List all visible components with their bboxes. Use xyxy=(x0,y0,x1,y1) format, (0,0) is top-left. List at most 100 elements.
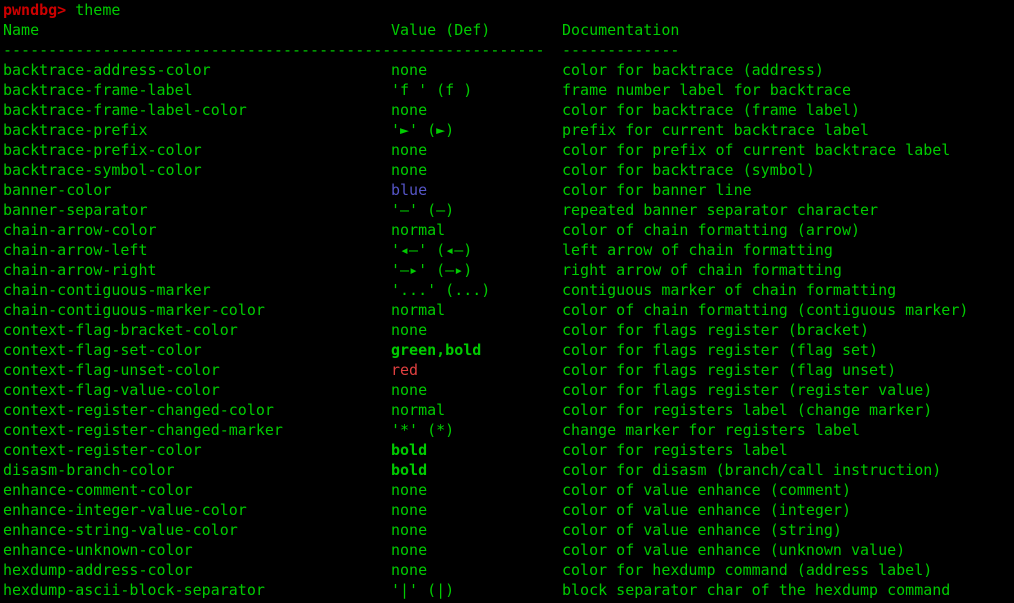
table-row: context-flag-bracket-color none color for … xyxy=(0,320,1014,340)
setting-value: none xyxy=(391,561,428,579)
setting-name: context-register-color xyxy=(3,441,202,459)
setting-documentation: repeated banner separator character xyxy=(562,201,879,219)
table-row: disasm-branch-color bold color for disasm … xyxy=(0,460,1014,480)
setting-value: none xyxy=(391,321,428,339)
table-row: hexdump-ascii-block-separator '|' (|) bloc… xyxy=(0,580,1014,600)
setting-documentation: color for backtrace (address) xyxy=(562,61,824,79)
table-row: backtrace-symbol-color none color for back… xyxy=(0,160,1014,180)
table-row: context-flag-set-color green,bold color fo… xyxy=(0,340,1014,360)
setting-name: backtrace-address-color xyxy=(3,61,211,79)
table-row: context-register-changed-marker '*' (*) ch… xyxy=(0,420,1014,440)
setting-documentation: color for banner line xyxy=(562,181,752,199)
setting-value: none xyxy=(391,101,428,119)
setting-name: hexdump-address-color xyxy=(3,561,193,579)
table-row: chain-arrow-color normal color of chain fo… xyxy=(0,220,1014,240)
table-row: backtrace-prefix-color none color for pref… xyxy=(0,140,1014,160)
table-row: enhance-integer-value-color none color of … xyxy=(0,500,1014,520)
setting-value: '◂—' (◂—) xyxy=(391,241,473,259)
setting-name: banner-separator xyxy=(3,201,148,219)
setting-value: '|' (|) xyxy=(391,581,455,599)
separator-documentation: ------------- xyxy=(562,41,680,59)
setting-value: none xyxy=(391,501,428,519)
setting-documentation: color for prefix of current backtrace la… xyxy=(562,141,951,159)
setting-value: none xyxy=(391,141,428,159)
setting-value: none xyxy=(391,61,428,79)
setting-documentation: change marker for registers label xyxy=(562,421,861,439)
setting-value: normal xyxy=(391,301,446,319)
setting-documentation: color for flags register (register value… xyxy=(562,381,933,399)
setting-value: normal xyxy=(391,401,446,419)
table-row: chain-contiguous-marker '...' (...) contig… xyxy=(0,280,1014,300)
prompt-command: theme xyxy=(75,1,121,19)
theme-settings-table: backtrace-address-color none color for bac… xyxy=(0,60,1014,600)
setting-value: normal xyxy=(391,221,446,239)
setting-documentation: color for registers label (change marker… xyxy=(562,401,933,419)
setting-value: none xyxy=(391,161,428,179)
setting-name: hexdump-ascii-block-separator xyxy=(3,581,265,599)
setting-documentation: color of chain formatting (contiguous ma… xyxy=(562,301,969,319)
setting-value: '*' (*) xyxy=(391,421,455,439)
setting-name: context-flag-bracket-color xyxy=(3,321,238,339)
setting-value: none xyxy=(391,381,428,399)
header-name: Name xyxy=(3,21,40,39)
table-row: enhance-string-value-color none color of v… xyxy=(0,520,1014,540)
setting-documentation: color for registers label xyxy=(562,441,788,459)
setting-value: '►' (►) xyxy=(391,121,455,139)
setting-documentation: block separator char of the hexdump comm… xyxy=(562,581,951,599)
setting-value: 'f ' (f ) xyxy=(391,81,473,99)
setting-documentation: color of value enhance (string) xyxy=(562,521,842,539)
setting-name: enhance-comment-color xyxy=(3,481,193,499)
setting-documentation: color for backtrace (symbol) xyxy=(562,161,815,179)
setting-name: backtrace-prefix-color xyxy=(3,141,202,159)
setting-value: bold xyxy=(391,461,428,479)
prompt-prefix: pwndbg> xyxy=(3,1,67,19)
setting-name: disasm-branch-color xyxy=(3,461,175,479)
table-row: enhance-unknown-color none color of value … xyxy=(0,540,1014,560)
setting-documentation: color for flags register (flag set) xyxy=(562,341,879,359)
table-row: backtrace-frame-label-color none color for… xyxy=(0,100,1014,120)
table-header-row: Name Value (Def) Documentation xyxy=(0,20,1014,40)
table-row: context-flag-unset-color red color for fla… xyxy=(0,360,1014,380)
setting-name: chain-arrow-color xyxy=(3,221,157,239)
setting-documentation: color for flags register (bracket) xyxy=(562,321,870,339)
setting-name: chain-arrow-right xyxy=(3,261,157,279)
setting-documentation: color for backtrace (frame label) xyxy=(562,101,861,119)
setting-name: chain-arrow-left xyxy=(3,241,148,259)
setting-documentation: color of value enhance (unknown value) xyxy=(562,541,906,559)
setting-documentation: frame number label for backtrace xyxy=(562,81,851,99)
setting-value: none xyxy=(391,521,428,539)
setting-name: context-register-changed-marker xyxy=(3,421,283,439)
separator-value: ----------------- xyxy=(391,41,545,59)
table-row: chain-arrow-right '—▸' (—▸) right arrow of… xyxy=(0,260,1014,280)
table-row: context-register-color bold color for regi… xyxy=(0,440,1014,460)
table-header-separator-row: ----------------------------------------… xyxy=(0,40,1014,60)
setting-name: backtrace-frame-label-color xyxy=(3,101,247,119)
setting-value: none xyxy=(391,541,428,559)
setting-name: backtrace-frame-label xyxy=(3,81,193,99)
setting-value: bold xyxy=(391,441,428,459)
table-row: hexdump-address-color none color for hexdu… xyxy=(0,560,1014,580)
setting-name: context-flag-set-color xyxy=(3,341,202,359)
terminal-screen: pwndbg> theme Name Value (Def) Documentati… xyxy=(0,0,1014,603)
setting-name: chain-contiguous-marker xyxy=(3,281,211,299)
setting-value: red xyxy=(391,361,419,379)
table-row: context-flag-value-color none color for fl… xyxy=(0,380,1014,400)
setting-name: chain-contiguous-marker-color xyxy=(3,301,265,319)
setting-value: none xyxy=(391,481,428,499)
separator-name: ----------------------------------------… xyxy=(3,41,391,59)
table-row: banner-separator '—' (—) repeated banner s… xyxy=(0,200,1014,220)
setting-name: context-flag-unset-color xyxy=(3,361,220,379)
setting-documentation: color for flags register (flag unset) xyxy=(562,361,897,379)
table-row: chain-arrow-left '◂—' (◂—) left arrow of c… xyxy=(0,240,1014,260)
prompt-line: pwndbg> theme xyxy=(0,0,1014,20)
setting-documentation: color of value enhance (comment) xyxy=(562,481,851,499)
table-row: context-register-changed-color normal colo… xyxy=(0,400,1014,420)
setting-value: green,bold xyxy=(391,341,482,359)
setting-documentation: color of chain formatting (arrow) xyxy=(562,221,861,239)
prompt-spacer xyxy=(66,1,75,19)
setting-name: banner-color xyxy=(3,181,112,199)
setting-value: blue xyxy=(391,181,428,199)
table-row: backtrace-frame-label 'f ' (f ) frame numb… xyxy=(0,80,1014,100)
table-row: banner-color blue color for banner line xyxy=(0,180,1014,200)
setting-documentation: color for disasm (branch/call instructio… xyxy=(562,461,942,479)
